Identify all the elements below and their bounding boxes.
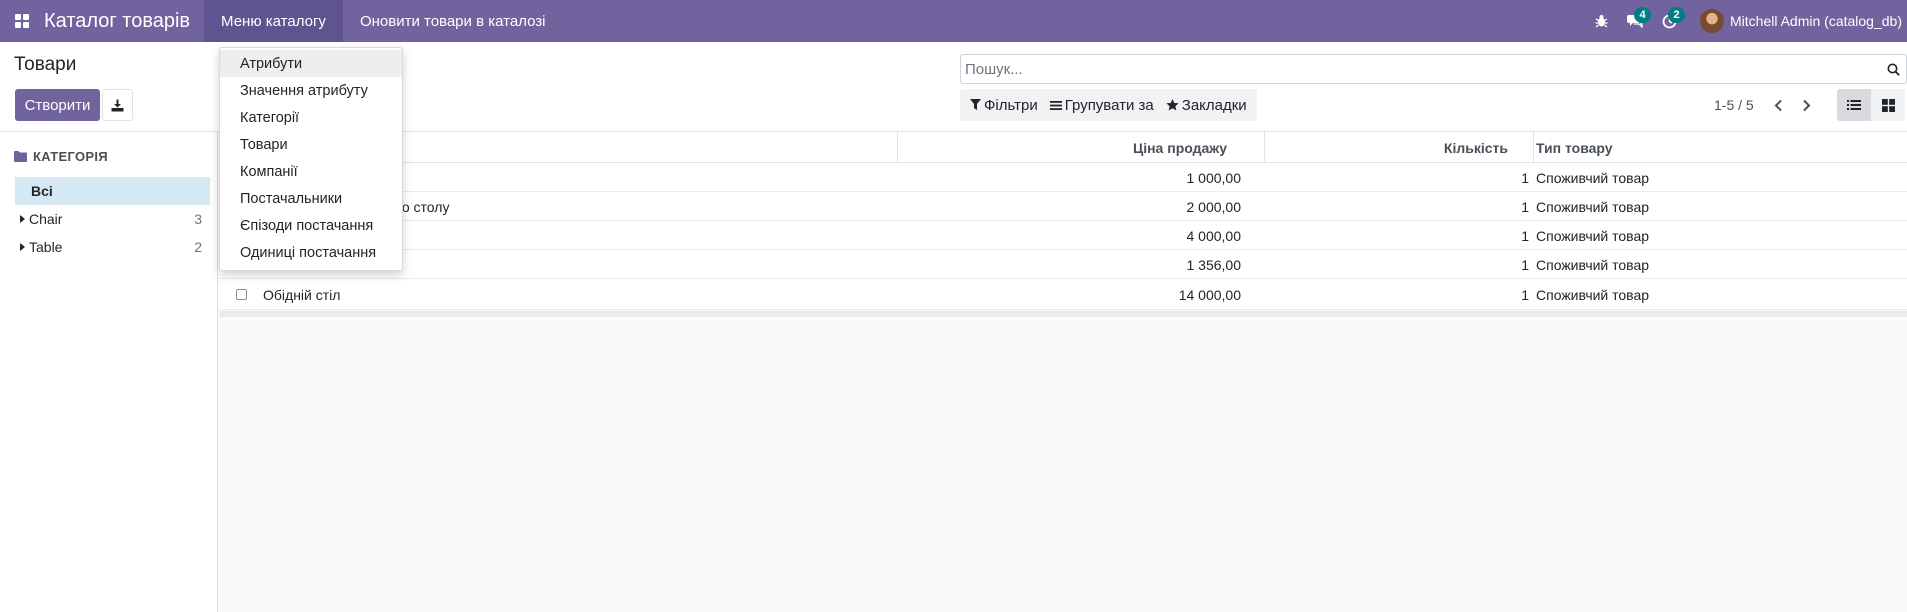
sidebar-item-table[interactable]: Table 2 [15, 233, 210, 261]
pager-previous-icon[interactable] [1768, 94, 1788, 116]
search-icon[interactable] [1880, 55, 1906, 83]
list-view-icon [1847, 100, 1861, 110]
sidebar-item-chair[interactable]: Chair 3 [15, 205, 210, 233]
export-button[interactable] [102, 89, 133, 121]
row-type: Споживчий товар [1536, 198, 1650, 215]
create-button[interactable]: Створити [15, 89, 100, 121]
row-quantity: 1 [1521, 227, 1529, 244]
table-header: Ціна продажу Кількість Тип товару [219, 132, 1907, 163]
row-price: 14 000,00 [1178, 286, 1241, 303]
kanban-view-icon [1881, 98, 1895, 112]
menu-item-suppliers[interactable]: Постачальники [220, 185, 402, 212]
row-price: 1 000,00 [1186, 169, 1242, 186]
menu-item-supply-units[interactable]: Одиниці постачання [220, 239, 402, 266]
menu-item-attribute-values[interactable]: Значення атрибуту [220, 77, 402, 104]
user-menu[interactable]: Mitchell Admin (catalog_db) [1686, 0, 1907, 42]
sidebar-item-label: Всі [31, 183, 53, 199]
apps-menu-icon[interactable] [0, 0, 44, 42]
table-footer [219, 311, 1907, 317]
menu-item-categories[interactable]: Категорії [220, 104, 402, 131]
table-row[interactable]: 4 000,00 1 Споживчий товар [219, 221, 1907, 250]
column-header-price[interactable]: Ціна продажу [897, 132, 1227, 163]
activities-clock-icon[interactable]: 2 [1652, 0, 1686, 42]
filters-label: Фільтри [984, 96, 1038, 114]
groupby-button[interactable]: Групувати за [1044, 89, 1160, 121]
sidebar-header: КАТЕГОРІЯ [14, 149, 108, 164]
row-price: 2 000,00 [1186, 198, 1242, 215]
category-sidebar: КАТЕГОРІЯ Всі Chair 3 Table 2 [0, 132, 218, 612]
kanban-view-button[interactable] [1871, 89, 1905, 121]
menu-item-companies[interactable]: Компанії [220, 158, 402, 185]
download-icon [111, 99, 124, 111]
top-navbar: Каталог товарів Меню каталогу Оновити то… [0, 0, 1907, 42]
row-quantity: 1 [1521, 286, 1529, 303]
row-quantity: 1 [1521, 256, 1529, 273]
sidebar-item-count: 2 [194, 239, 202, 255]
table-row[interactable]: 1 356,00 1 Споживчий товар [219, 250, 1907, 279]
row-price: 1 356,00 [1186, 256, 1242, 273]
caret-right-icon[interactable] [15, 215, 29, 223]
messages-icon[interactable]: 4 [1618, 0, 1652, 42]
table-row[interactable]: 1 000,00 1 Споживчий товар [219, 163, 1907, 192]
list-icon [1049, 100, 1062, 110]
row-quantity: 1 [1521, 198, 1529, 215]
column-header-type[interactable]: Тип товару [1536, 132, 1613, 163]
filters-button[interactable]: Фільтри [964, 89, 1044, 121]
favorites-button[interactable]: Закладки [1160, 89, 1253, 121]
page-title: Товари [14, 54, 77, 75]
sidebar-item-label: Chair [29, 211, 63, 227]
row-type: Споживчий товар [1536, 169, 1650, 186]
table-row[interactable]: Обідній стіл 14 000,00 1 Споживчий товар [219, 279, 1907, 310]
list-view: Ціна продажу Кількість Тип товару 1 000,… [219, 132, 1907, 612]
row-type: Споживчий товар [1536, 227, 1650, 244]
menu-item-products[interactable]: Товари [220, 131, 402, 158]
sidebar-item-label: Table [29, 239, 63, 255]
search-options: Фільтри Групувати за Закладки [960, 89, 1257, 121]
row-type: Споживчий товар [1536, 286, 1650, 303]
pager-next-icon[interactable] [1796, 94, 1816, 116]
sidebar-item-all[interactable]: Всі [15, 177, 210, 205]
menu-catalog[interactable]: Меню каталогу [204, 0, 343, 42]
search-bar [960, 54, 1907, 84]
menu-update-products[interactable]: Оновити товари в каталозі [343, 0, 563, 42]
groupby-label: Групувати за [1064, 96, 1154, 114]
filter-icon [970, 99, 981, 110]
row-type: Споживчий товар [1536, 256, 1650, 273]
messages-badge: 4 [1634, 7, 1652, 23]
menu-item-attributes[interactable]: Атрибути [220, 50, 402, 77]
row-name: Обідній стіл [263, 286, 341, 303]
folder-icon [14, 151, 27, 162]
catalog-menu-dropdown: Атрибути Значення атрибуту Категорії Тов… [219, 47, 403, 271]
row-quantity: 1 [1521, 169, 1529, 186]
column-separator [1533, 132, 1534, 163]
search-input[interactable] [965, 57, 1865, 81]
caret-right-icon[interactable] [15, 243, 29, 251]
sidebar-header-label: КАТЕГОРІЯ [33, 149, 108, 164]
activities-badge: 2 [1668, 7, 1686, 23]
avatar [1700, 9, 1725, 33]
pager-value[interactable]: 1-5 / 5 [1714, 97, 1754, 113]
favorites-label: Закладки [1181, 96, 1247, 114]
menu-item-supply-episodes[interactable]: Єпізоди постачання [220, 212, 402, 239]
debug-bug-icon[interactable] [1584, 0, 1618, 42]
app-title[interactable]: Каталог товарів [44, 10, 204, 33]
column-header-quantity[interactable]: Кількість [1264, 132, 1508, 163]
star-icon [1166, 99, 1179, 111]
table-row[interactable]: вого столу 2 000,00 1 Споживчий товар [219, 192, 1907, 221]
list-view-button[interactable] [1837, 89, 1871, 121]
sidebar-item-count: 3 [194, 211, 202, 227]
user-name: Mitchell Admin (catalog_db) [1730, 13, 1902, 29]
row-checkbox[interactable] [236, 279, 247, 310]
row-price: 4 000,00 [1186, 227, 1242, 244]
